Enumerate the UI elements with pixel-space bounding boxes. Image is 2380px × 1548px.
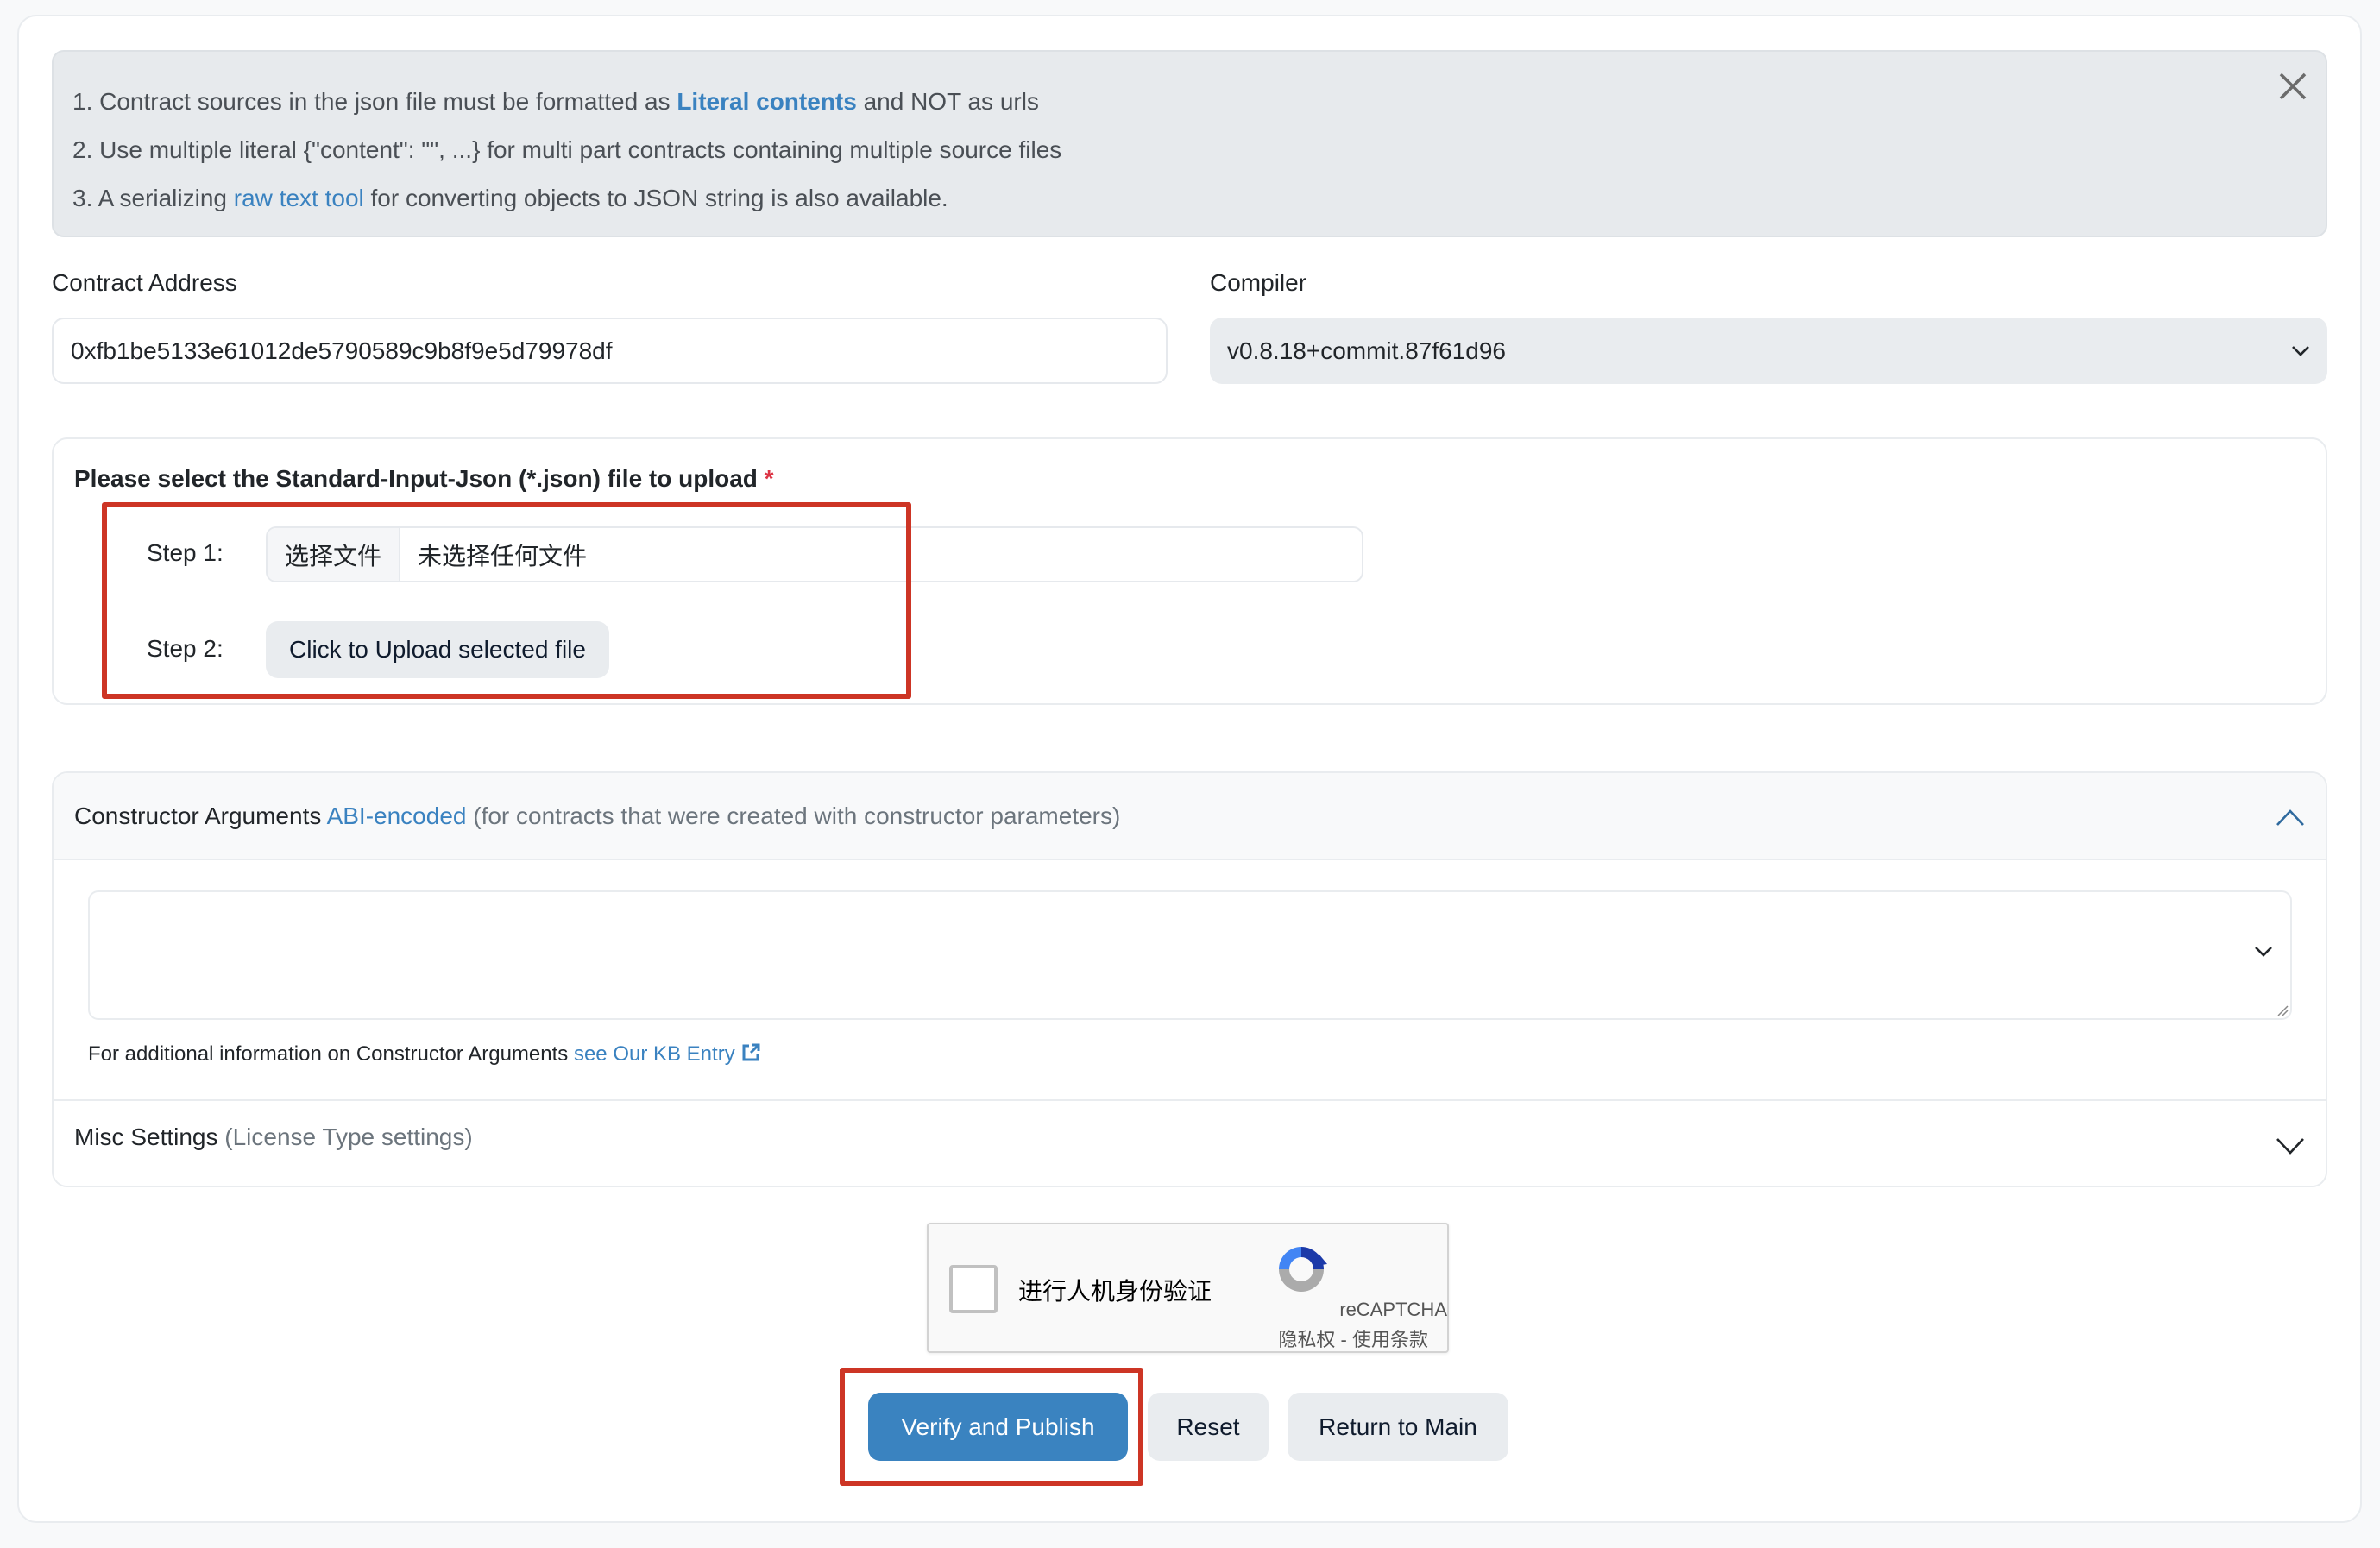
recaptcha-terms-link[interactable]: 使用条款 — [1352, 1329, 1428, 1350]
step-2-label: Step 2: — [147, 635, 224, 662]
chevron-down-icon — [2292, 345, 2309, 356]
recaptcha-checkbox[interactable] — [949, 1265, 998, 1313]
compiler-selected-value: v0.8.18+commit.87f61d96 — [1227, 337, 1506, 364]
chevron-up-icon[interactable] — [2276, 808, 2305, 827]
json-upload-section: Please select the Standard-Input-Json (*… — [52, 437, 2327, 705]
alert-line-1: 1. Contract sources in the json file mus… — [72, 88, 1039, 115]
info-alert: 1. Contract sources in the json file mus… — [52, 50, 2327, 237]
recaptcha-privacy-link[interactable]: 隐私权 — [1278, 1329, 1335, 1350]
constructor-args-title: Constructor Arguments — [74, 802, 322, 829]
close-icon — [2279, 72, 2307, 100]
recaptcha-links: 隐私权 - 使用条款 — [1278, 1329, 1428, 1350]
alert-line-3: 3. A serializing raw text tool for conve… — [72, 185, 948, 211]
alert-line-2: 2. Use multiple literal {"content": "", … — [72, 136, 1062, 163]
recaptcha-widget: 进行人机身份验证 reCAPTCHA 隐私权 - 使用条款 — [927, 1223, 1449, 1353]
misc-settings-header[interactable]: Misc Settings (License Type settings) — [54, 1099, 2326, 1186]
compiler-label: Compiler — [1210, 269, 1307, 296]
return-to-main-button[interactable]: Return to Main — [1288, 1393, 1508, 1461]
constructor-args-textarea[interactable] — [88, 890, 2292, 1020]
misc-settings-note: (License Type settings) — [224, 1123, 473, 1150]
chevron-down-icon — [2255, 947, 2272, 957]
required-marker: * — [764, 465, 774, 492]
recaptcha-logo-icon — [1279, 1247, 1327, 1292]
recaptcha-label: 进行人机身份验证 — [1018, 1278, 1212, 1305]
resize-handle-icon[interactable] — [2276, 1004, 2289, 1016]
json-file-input[interactable]: 选择文件 未选择任何文件 — [266, 526, 1363, 582]
verify-and-publish-button[interactable]: Verify and Publish — [868, 1393, 1128, 1461]
close-alert-button[interactable] — [2276, 69, 2310, 104]
compiler-select[interactable]: v0.8.18+commit.87f61d96 — [1210, 318, 2327, 384]
abi-encoded-link[interactable]: ABI-encoded — [327, 802, 467, 829]
constructor-args-header[interactable]: Constructor Arguments ABI-encoded (for c… — [54, 773, 2326, 860]
constructor-args-note: (for contracts that were created with co… — [473, 802, 1121, 829]
contract-address-label: Contract Address — [52, 269, 237, 296]
contract-address-input[interactable]: 0xfb1be5133e61012de5790589c9b8f9e5d79978… — [52, 318, 1168, 384]
raw-text-tool-link[interactable]: raw text tool — [234, 185, 364, 211]
kb-entry-link[interactable]: see Our KB Entry — [574, 1042, 761, 1066]
recaptcha-brand: reCAPTCHA — [1339, 1299, 1447, 1320]
constructor-args-help: For additional information on Constructo… — [88, 1042, 761, 1067]
step-1-label: Step 1: — [147, 539, 224, 566]
settings-accordion: Constructor Arguments ABI-encoded (for c… — [52, 771, 2327, 1187]
chevron-down-icon[interactable] — [2276, 1136, 2305, 1155]
literal-contents-link[interactable]: Literal contents — [677, 88, 856, 115]
misc-settings-title: Misc Settings — [74, 1123, 218, 1150]
no-file-selected-text: 未选择任何文件 — [418, 542, 588, 569]
upload-selected-file-button[interactable]: Click to Upload selected file — [266, 621, 609, 678]
reset-button[interactable]: Reset — [1148, 1393, 1269, 1461]
upload-title: Please select the Standard-Input-Json (*… — [74, 465, 774, 492]
external-link-icon — [742, 1043, 760, 1061]
choose-file-button[interactable]: 选择文件 — [268, 528, 401, 581]
